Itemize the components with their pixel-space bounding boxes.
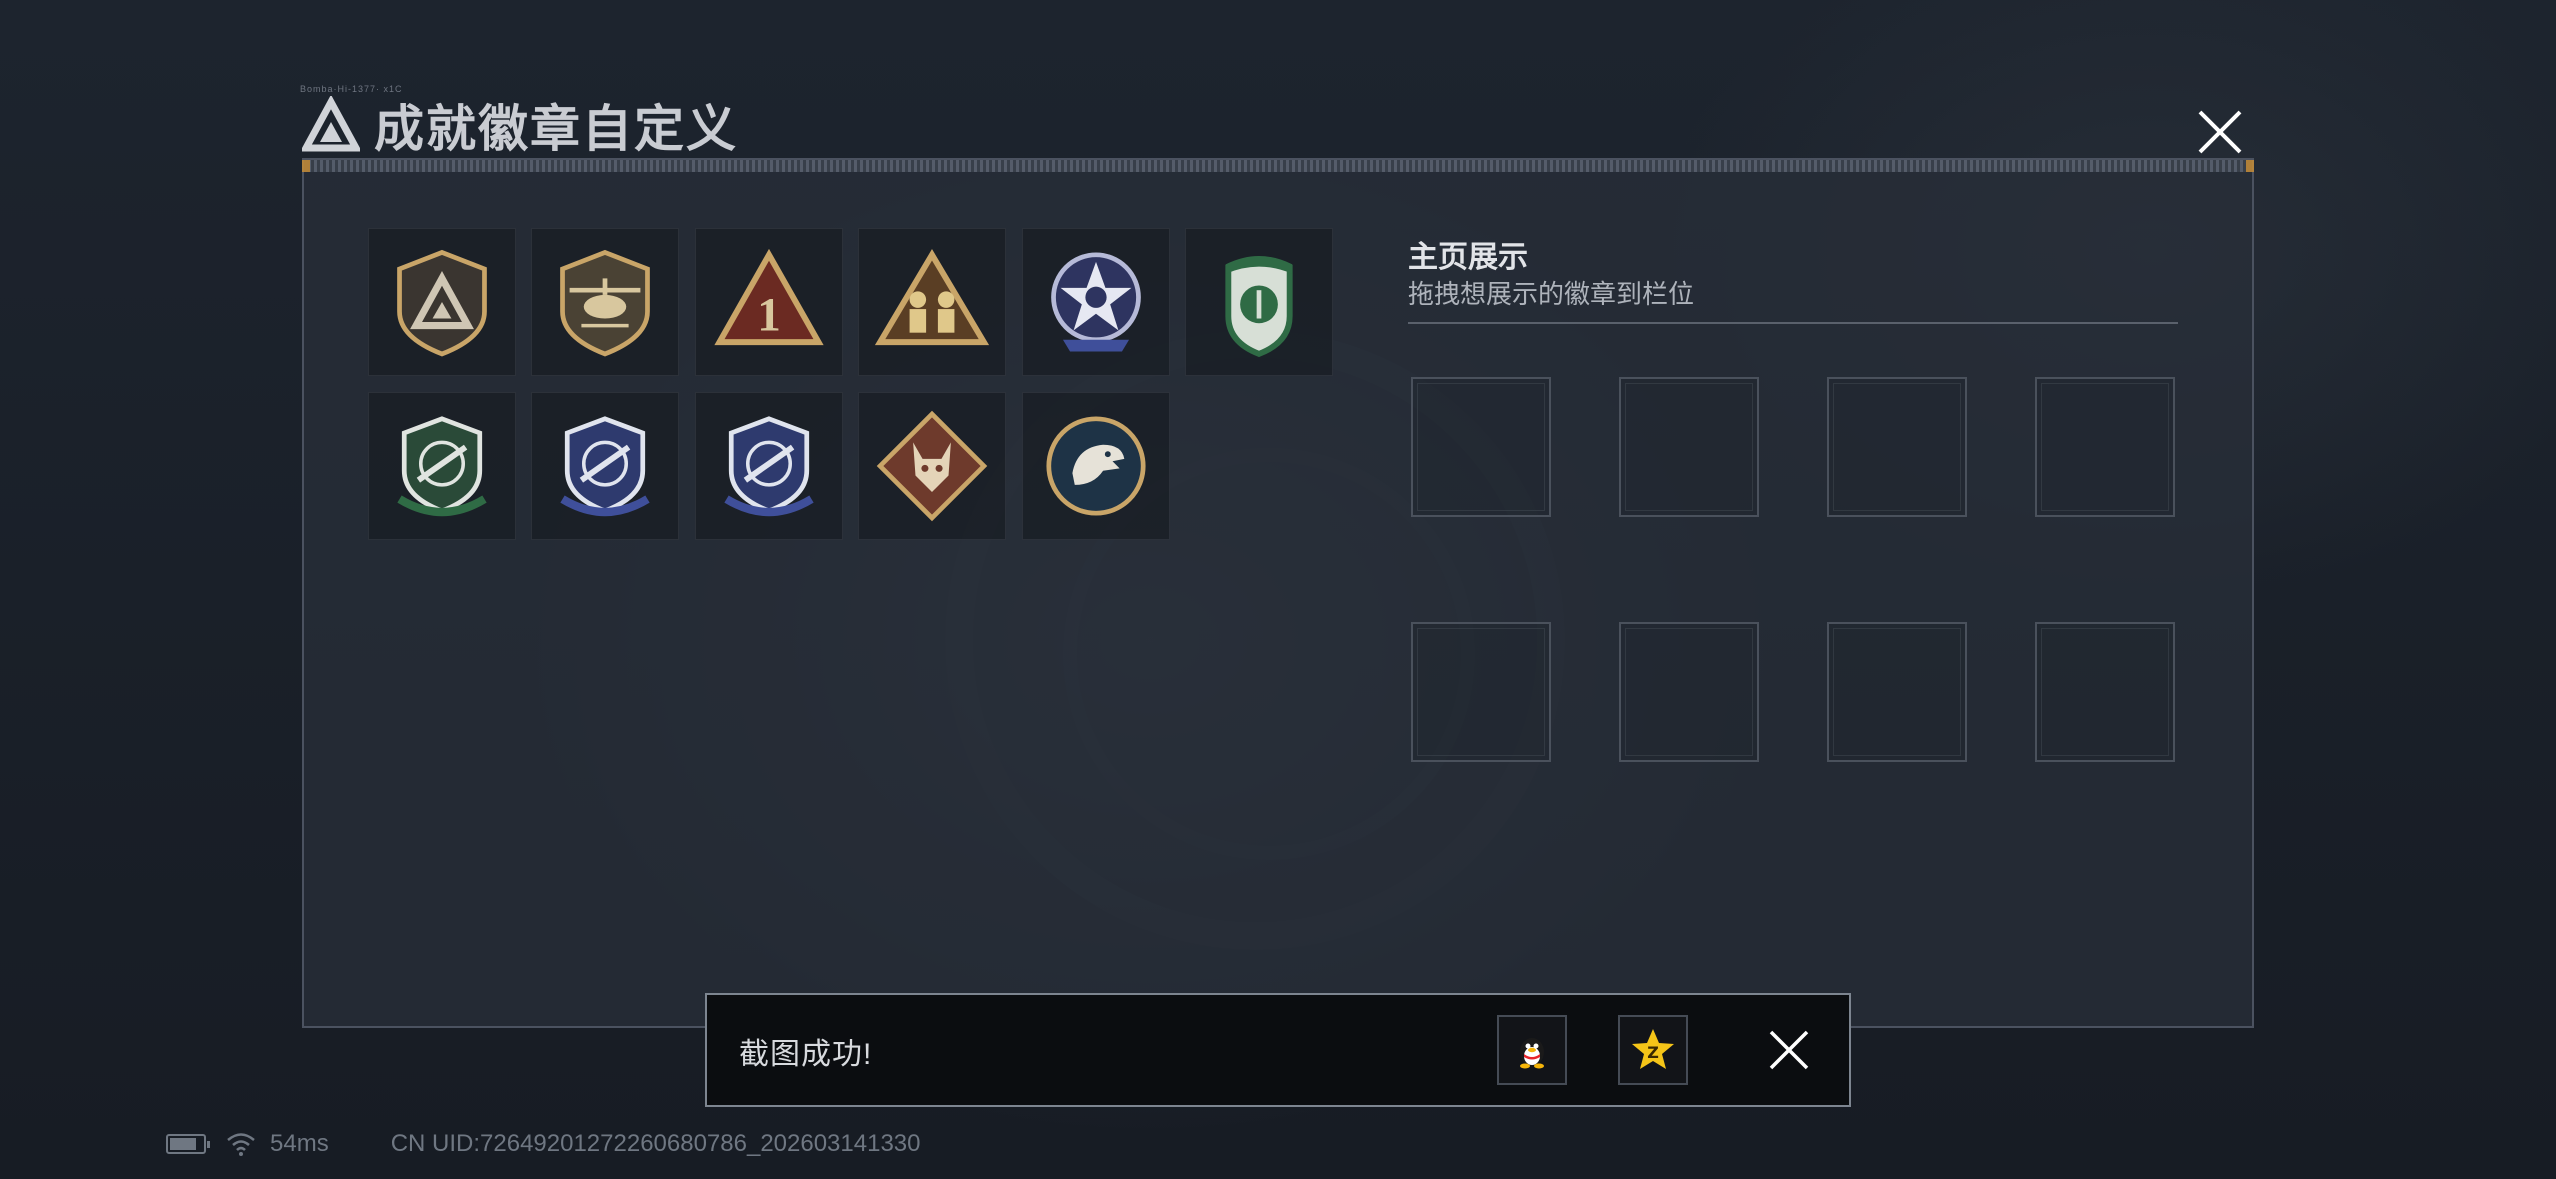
toast-message: 截图成功!: [739, 1038, 873, 1071]
triangle-shield-badge-icon: [397, 249, 487, 357]
soldiers-badge-icon: [874, 249, 990, 346]
showcase-title: 主页展示: [1408, 241, 1528, 274]
screenshot-toast: 截图成功! Z: [705, 993, 1851, 1107]
showcase-slot-7[interactable]: [1827, 622, 1967, 762]
badge-star-skull[interactable]: [1022, 228, 1170, 376]
showcase-slot-2[interactable]: [1619, 377, 1759, 517]
header: 成就徽章自定义: [302, 90, 738, 160]
share-qzone-button[interactable]: Z: [1618, 1015, 1688, 1085]
showcase-slot-4[interactable]: [2035, 377, 2175, 517]
wolf-badge-icon: [876, 410, 988, 522]
qq-penguin-icon: [1520, 1038, 1544, 1069]
status-bar: 54ms CN UID:7264920127226068078​6_202603…: [166, 1126, 921, 1162]
showcase-slot-5[interactable]: [1411, 622, 1551, 762]
share-qq-button[interactable]: [1497, 1015, 1567, 1085]
badge-rank-one[interactable]: 1: [695, 228, 843, 376]
blue-rifle-badge-icon: [560, 416, 650, 517]
helicopter-badge-icon: [560, 249, 650, 357]
wifi-icon: [227, 1133, 255, 1156]
showcase-slot-8[interactable]: [2035, 622, 2175, 762]
triangle-logo-icon: [302, 96, 360, 152]
badge-green-rifle[interactable]: [368, 392, 516, 540]
badge-blue-rifle-1[interactable]: [531, 392, 679, 540]
showcase-slot-6[interactable]: [1619, 622, 1759, 762]
battery-icon: [166, 1134, 210, 1154]
showcase-divider: [1408, 322, 2178, 324]
rank-one-badge-icon: 1: [714, 248, 824, 346]
ping-value: 54ms: [270, 1130, 329, 1157]
showcase-slot-1[interactable]: [1411, 377, 1551, 517]
qzone-star-icon: Z: [1632, 1029, 1674, 1069]
blue-rifle-badge-icon: [724, 416, 814, 517]
badge-green-shield[interactable]: [1185, 228, 1333, 376]
user-uid: CN UID:7264920127226068078​6_20260314133…: [390, 1130, 921, 1157]
showcase-subtitle: 拖拽想展示的徽章到栏位: [1408, 279, 1695, 309]
green-rifle-badge-icon: [397, 416, 487, 517]
svg-text:1: 1: [757, 289, 781, 341]
close-icon[interactable]: [1767, 1028, 1811, 1072]
badge-wolf[interactable]: [858, 392, 1006, 540]
close-icon[interactable]: [2188, 100, 2252, 164]
page-title: 成就徽章自定义: [374, 101, 738, 157]
star-skull-badge-icon: [1051, 252, 1141, 352]
green-shield-badge-icon: [1225, 255, 1293, 358]
badge-soldiers[interactable]: [858, 228, 1006, 376]
showcase-slot-3[interactable]: [1827, 377, 1967, 517]
badge-blue-rifle-2[interactable]: [695, 392, 843, 540]
badge-triangle-shield[interactable]: [368, 228, 516, 376]
badge-eagle[interactable]: [1022, 392, 1170, 540]
eagle-badge-icon: [1046, 416, 1146, 516]
panel-top-border: [302, 160, 2254, 172]
game-screen: Bomba·Hi-1377· x1C 成就徽章自定义 1 主页展示 拖拽想展示的…: [0, 0, 2556, 1179]
badge-helicopter[interactable]: [531, 228, 679, 376]
svg-text:Z: Z: [1647, 1043, 1659, 1062]
